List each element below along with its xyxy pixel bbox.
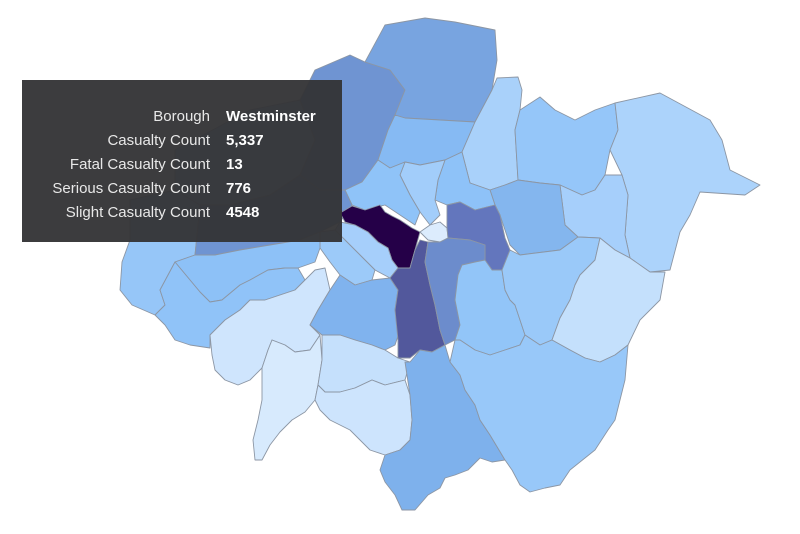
tooltip-label: Slight Casualty Count [65,203,210,221]
tooltip-row-casualty-count: Casualty Count 5,337 [22,128,342,152]
tooltip-label: Casualty Count [107,131,210,149]
tooltip-row-borough: Borough Westminster [22,104,342,128]
tooltip-label: Borough [153,107,210,125]
tooltip-label: Fatal Casualty Count [69,155,210,173]
tooltip-value: 13 [226,155,243,173]
borough-city-of-london[interactable] [419,221,449,243]
tooltip-row-slight-casualty-count: Slight Casualty Count 4548 [22,200,342,224]
tooltip-label: Serious Casualty Count [52,179,210,197]
tooltip-value: 776 [226,179,252,197]
borough-tooltip: Borough Westminster Casualty Count 5,337… [22,80,342,242]
tooltip-value: 5,337 [226,131,264,149]
tooltip-row-fatal-casualty-count: Fatal Casualty Count 13 [22,152,342,176]
borough-havering[interactable] [609,92,761,273]
tooltip-row-serious-casualty-count: Serious Casualty Count 776 [22,176,342,200]
tooltip-value: 4548 [226,203,260,221]
tooltip-value: Westminster [226,107,316,125]
